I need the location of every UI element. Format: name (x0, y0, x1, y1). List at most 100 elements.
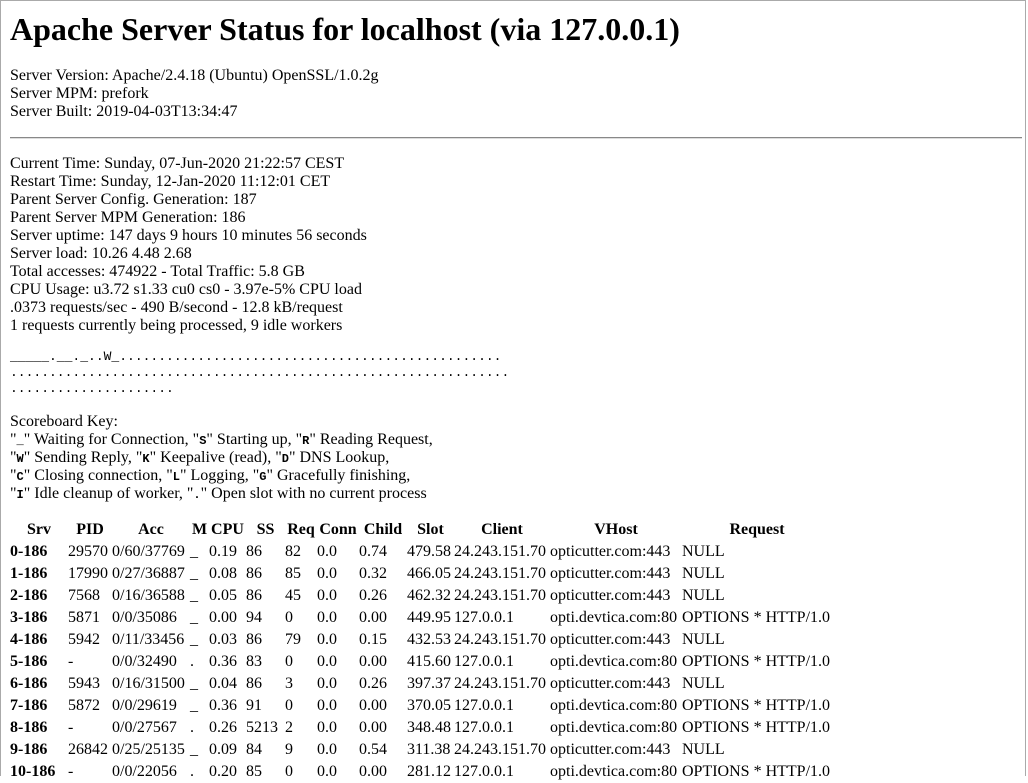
table-cell-pid: 5871 (68, 609, 100, 626)
table-cell-acc: 0/0/32490 (112, 653, 177, 670)
table-cell-srv: 9-186 (10, 741, 48, 758)
restart-time: Restart Time: Sunday, 12-Jan-2020 11:12:… (10, 173, 331, 190)
table-cell-vhost: opti.devtica.com:80 (550, 719, 678, 736)
table-cell-client: 127.0.0.1 (454, 763, 514, 780)
table-cell-ss: 94 (246, 609, 262, 626)
table-cell-pid: - (68, 653, 74, 670)
column-header-client: Client (481, 521, 523, 538)
table-cell-conn: 0.0 (317, 763, 337, 780)
table-cell-cpu: 0.05 (209, 587, 237, 604)
table-cell-pid: 17990 (68, 565, 108, 582)
table-cell-ss: 83 (246, 653, 262, 670)
table-cell-cpu: 0.00 (209, 609, 237, 626)
table-cell-child: 0.26 (359, 587, 387, 604)
table-cell-slot: 311.38 (407, 741, 451, 758)
table-cell-request: OPTIONS * HTTP/1.0 (682, 653, 831, 670)
table-cell-srv: 4-186 (10, 631, 48, 648)
table-cell-request: OPTIONS * HTTP/1.0 (682, 609, 831, 626)
worker-table: Srv PID Acc M CPU SS Req Conn Child Slot Client VHo… (10, 519, 832, 783)
table-cell-srv: 6-186 (10, 675, 48, 692)
table-cell-child: 0.74 (359, 543, 387, 560)
table-row: 5-186 - 0/0/32490. 0.36 83 0 0.0 0.00 415.60 127.… (10, 651, 832, 673)
scoreboard-key-symbol: W (16, 452, 24, 466)
table-cell-vhost: opti.devtica.com:80 (550, 609, 678, 626)
table-cell-cpu: 0.19 (209, 543, 237, 560)
table-cell-acc: 0/25/25135 (112, 741, 185, 758)
table-cell-m: _ (190, 565, 198, 582)
table-cell-child: 0.00 (359, 609, 387, 626)
table-cell-pid: 5872 (68, 697, 100, 714)
server-load: Server load: 10.26 4.48 2.68 (10, 245, 192, 262)
table-cell-req: 45 (285, 587, 301, 604)
table-cell-vhost: opticutter.com:443 (550, 675, 671, 692)
table-cell-ss: 84 (246, 741, 262, 758)
table-row: 4-186 5942 0/11/33456 _ 0.03 86 79 0.0 0.15 432.5… (10, 629, 832, 651)
table-cell-cpu: 0.03 (209, 631, 237, 648)
table-cell-vhost: opticutter.com:443 (550, 631, 671, 648)
table-cell-acc: 0/60/37769 (112, 543, 185, 560)
table-cell-req: 3 (285, 675, 293, 692)
table-cell-request: NULL (682, 675, 725, 692)
table-cell-request: OPTIONS * HTTP/1.0 (682, 697, 831, 714)
column-header-acc: Acc (138, 521, 164, 538)
table-cell-client: 127.0.0.1 (454, 653, 514, 670)
scoreboard-key-line: "I" Idle cleanup of worker, "." Open slo… (10, 485, 433, 503)
page-title: Apache Server Status for localhost (via … (10, 11, 680, 47)
scoreboard-key-text: " Reading Request, (309, 431, 433, 448)
scoreboard-key-line: "W" Sending Reply, "K" Keepalive (read),… (10, 449, 433, 467)
scoreboard-key-text: " DNS Lookup, (288, 449, 390, 466)
scoreboard-key-symbol: I (16, 488, 24, 502)
table-cell-acc: 0/27/36887 (112, 565, 185, 582)
scoreboard-key-text: " Keepalive (read), " (149, 449, 282, 466)
table-cell-req: 0 (285, 609, 293, 626)
table-cell-pid: 29570 (68, 543, 108, 560)
table-cell-req: 9 (285, 741, 293, 758)
table-cell-srv: 5-186 (10, 653, 48, 670)
table-cell-slot: 415.60 (407, 653, 451, 670)
table-cell-req: 0 (285, 653, 293, 670)
table-cell-client: 127.0.0.1 (454, 697, 514, 714)
table-cell-pid: 26842 (68, 741, 108, 758)
table-cell-request: NULL (682, 565, 725, 582)
table-cell-vhost: opticutter.com:443 (550, 587, 671, 604)
table-cell-child: 0.00 (359, 697, 387, 714)
server-uptime: Server uptime: 147 days 9 hours 10 minut… (10, 227, 367, 244)
scoreboard-key-text: " Closing connection, " (23, 467, 173, 484)
table-cell-acc: 0/0/35086 (112, 609, 177, 626)
scoreboard-line: ........................................… (10, 365, 510, 380)
scoreboard-key: Scoreboard Key: "_" Waiting for Connecti… (10, 413, 433, 503)
scoreboard-key-symbol: K (142, 452, 150, 466)
table-cell-m: _ (190, 587, 198, 604)
scoreboard-key-line: "_" Waiting for Connection, "S" Starting… (10, 431, 433, 449)
table-cell-child: 0.15 (359, 631, 387, 648)
table-row: 8-186 - 0/0/27567. 0.26 5213 2 0.0 0.00 348.48 12… (10, 717, 832, 739)
table-cell-m: . (190, 653, 194, 670)
table-cell-cpu: 0.20 (209, 763, 237, 780)
table-cell-child: 0.00 (359, 719, 387, 736)
column-header-slot: Slot (417, 521, 444, 538)
table-cell-vhost: opticutter.com:443 (550, 565, 671, 582)
table-cell-pid: 5942 (68, 631, 100, 648)
column-header-request: Request (729, 521, 785, 538)
table-cell-vhost: opti.devtica.com:80 (550, 653, 678, 670)
table-cell-pid: - (68, 719, 74, 736)
table-cell-request: OPTIONS * HTTP/1.0 (682, 719, 831, 736)
scoreboard-key-symbol: _ (16, 434, 24, 448)
table-cell-srv: 3-186 (10, 609, 48, 626)
table-cell-conn: 0.0 (317, 697, 337, 714)
scoreboard-key-text: " Logging, " (179, 467, 260, 484)
table-cell-conn: 0.0 (317, 675, 337, 692)
table-cell-slot: 348.48 (407, 719, 451, 736)
scoreboard-key-line: "C" Closing connection, "L" Logging, "G"… (10, 467, 433, 485)
table-cell-cpu: 0.08 (209, 565, 237, 582)
table-cell-request: NULL (682, 631, 725, 648)
scoreboard: _____.__._..W_..........................… (10, 349, 509, 397)
table-cell-acc: 0/11/33456 (112, 631, 185, 648)
table-cell-ss: 91 (246, 697, 262, 714)
column-header-m: M (191, 521, 208, 538)
table-cell-req: 82 (285, 543, 301, 560)
scoreboard-key-text: " Sending Reply, " (23, 449, 143, 466)
scoreboard-key-text: " Starting up, " (206, 431, 303, 448)
table-cell-srv: 2-186 (10, 587, 48, 604)
scoreboard-line: _____.__._..W_..........................… (10, 349, 502, 364)
